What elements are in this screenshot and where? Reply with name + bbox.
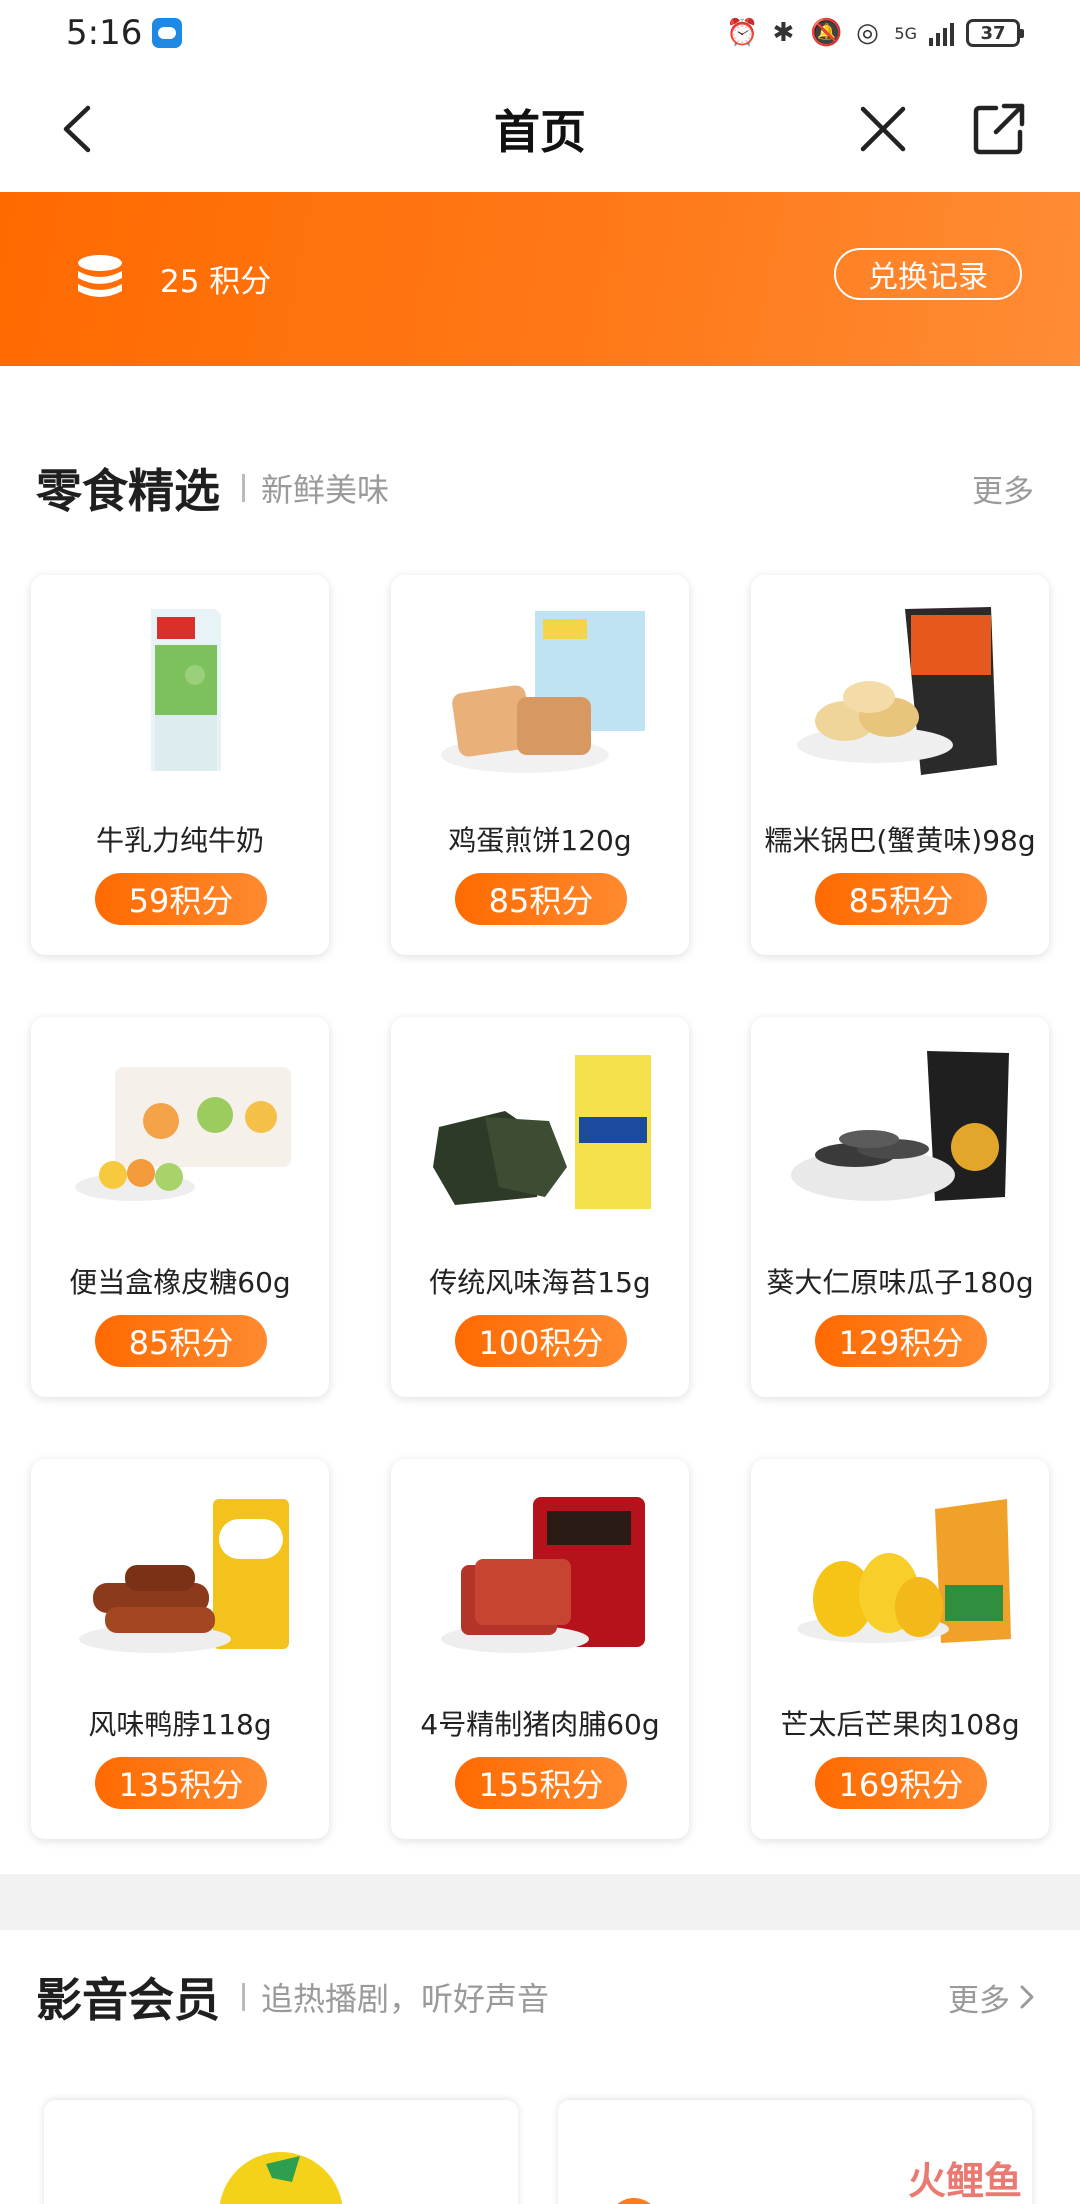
egg-cookie-image: [441, 611, 645, 773]
coin-stack-icon: [78, 255, 122, 297]
price-badge[interactable]: 100积分: [455, 1315, 627, 1367]
section-separator: [0, 1874, 1080, 1930]
section-title: 影音会员: [36, 1973, 220, 2027]
product-card[interactable]: 糯米锅巴(蟹黄味)98g 85积分: [751, 575, 1049, 955]
section-subtitle: 新鲜美味: [261, 471, 390, 509]
product-card[interactable]: 鸡蛋煎饼120g 85积分: [391, 575, 689, 955]
exchange-history-button[interactable]: 兑换记录: [834, 248, 1022, 300]
snacks-section-header: 零食精选 新鲜美味 更多: [36, 458, 1044, 518]
status-bar: 5:16 ⏰ ✱ 🔕 ◎ 5G 37: [0, 0, 1080, 66]
close-icon[interactable]: [856, 102, 910, 156]
divider: [242, 1983, 245, 2011]
more-label: 更多: [972, 473, 1034, 510]
product-name: 4号精制猪肉脯60g: [420, 1708, 660, 1741]
section-title: 零食精选: [36, 464, 220, 518]
product-name: 牛乳力纯牛奶: [95, 824, 264, 857]
weather-icon: [152, 18, 183, 48]
product-name: 芒太后芒果肉108g: [780, 1708, 1020, 1741]
price-badge[interactable]: 85积分: [95, 1315, 267, 1367]
title-bar: 首页: [0, 66, 1080, 192]
points-banner: 25 积分 兑换记录: [0, 192, 1080, 366]
price-badge[interactable]: 129积分: [815, 1315, 987, 1367]
milk-carton-image: [151, 609, 221, 771]
gummy-candy-image: [75, 1067, 291, 1201]
rice-crisp-image: [797, 607, 997, 775]
product-card[interactable]: 牛乳力纯牛奶 59积分: [31, 575, 329, 955]
product-card[interactable]: 传统风味海苔15g 100积分: [391, 1017, 689, 1397]
watermark: 火鲤鱼: [908, 2159, 1023, 2203]
media-card[interactable]: [44, 2100, 518, 2204]
alarm-icon: ⏰: [726, 18, 759, 48]
product-card[interactable]: 便当盒橡皮糖60g 85积分: [31, 1017, 329, 1397]
more-link[interactable]: 更多: [972, 466, 1034, 511]
page-title: 首页: [494, 105, 586, 159]
section-subtitle: 追热播剧，听好声音: [261, 1980, 550, 2018]
product-name: 鸡蛋煎饼120g: [448, 824, 632, 857]
product-name: 便当盒橡皮糖60g: [69, 1266, 291, 1299]
price-badge[interactable]: 155积分: [455, 1757, 627, 1809]
chevron-right-icon: [1020, 1985, 1034, 2009]
media-logo-image: [219, 2152, 343, 2204]
more-link[interactable]: 更多: [948, 1975, 1034, 2020]
share-external-icon[interactable]: [970, 100, 1028, 158]
bluetooth-icon: ✱: [772, 18, 795, 48]
seaweed-image: [433, 1055, 651, 1209]
signal-icon: [929, 20, 954, 46]
price-badge[interactable]: 135积分: [95, 1757, 267, 1809]
battery-level: 37: [980, 22, 1006, 44]
media-section-header: 影音会员 追热播剧，听好声音 更多: [36, 1967, 1044, 2027]
more-label: 更多: [948, 1982, 1010, 2019]
product-name: 传统风味海苔15g: [429, 1266, 651, 1299]
product-card[interactable]: 4号精制猪肉脯60g 155积分: [391, 1459, 689, 1839]
points-balance: 25 积分: [160, 264, 272, 300]
battery-icon: 37: [966, 19, 1024, 47]
status-time: 5:16: [66, 13, 143, 53]
product-name: 葵大仁原味瓜子180g: [766, 1266, 1034, 1299]
dried-mango-image: [797, 1499, 1011, 1643]
sunflower-seeds-image: [791, 1051, 1009, 1201]
pork-jerky-image: [441, 1497, 645, 1653]
media-logo-image: [617, 2198, 651, 2204]
product-card[interactable]: 芒太后芒果肉108g 169积分: [751, 1459, 1049, 1839]
product-card[interactable]: 葵大仁原味瓜子180g 129积分: [751, 1017, 1049, 1397]
hotspot-icon: ◎: [856, 18, 879, 48]
network-type: 5G: [894, 23, 917, 43]
chevron-left-icon[interactable]: [52, 102, 106, 156]
price-badge[interactable]: 85积分: [815, 873, 987, 925]
status-icons: ⏰ ✱ 🔕 ◎ 5G 37: [726, 18, 1024, 48]
price-badge[interactable]: 59积分: [95, 873, 267, 925]
mute-icon: 🔕: [810, 18, 843, 48]
divider: [242, 474, 245, 502]
product-name: 风味鸭脖118g: [88, 1708, 272, 1741]
duck-neck-image: [79, 1499, 289, 1653]
product-name: 糯米锅巴(蟹黄味)98g: [764, 824, 1036, 857]
product-card[interactable]: 风味鸭脖118g 135积分: [31, 1459, 329, 1839]
price-badge[interactable]: 85积分: [455, 873, 627, 925]
price-badge[interactable]: 169积分: [815, 1757, 987, 1809]
